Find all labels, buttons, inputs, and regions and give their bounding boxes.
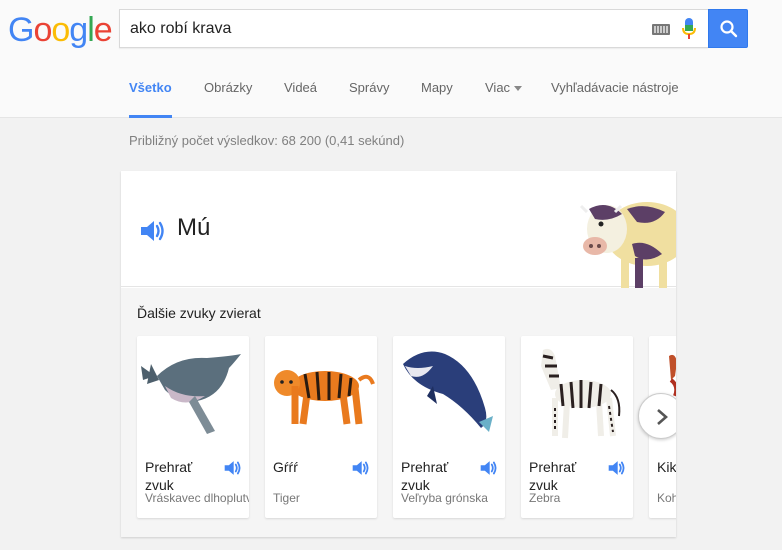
search-input[interactable]: ako robí krava [130, 20, 231, 38]
search-nav: Všetko Obrázky Videá Správy Mapy Viac Vy… [0, 60, 782, 118]
animal-card-bowhead[interactable]: Prehrať zvuk Veľryba grónska [393, 336, 505, 518]
search-box[interactable]: ako robí krava [119, 9, 708, 48]
play-sound-label: Prehrať zvuk [529, 459, 577, 493]
next-button[interactable] [638, 393, 676, 439]
animal-name: Kohút [657, 491, 676, 505]
zebra-image [541, 348, 621, 439]
active-tab-indicator [129, 115, 172, 118]
animal-name: Tiger [273, 491, 300, 505]
logo-letter: G [8, 11, 34, 49]
google-logo[interactable]: Google [8, 10, 113, 50]
logo-letter: g [69, 11, 88, 49]
play-sound-label: Prehrať zvuk [401, 459, 449, 493]
search-button[interactable] [708, 9, 748, 48]
tab-maps[interactable]: Mapy [421, 80, 453, 95]
animal-sound-label: Gŕŕŕ [273, 459, 298, 475]
tab-news[interactable]: Správy [349, 80, 389, 95]
speaker-icon[interactable] [223, 459, 243, 477]
logo-letter: e [93, 11, 113, 49]
tiger-image [274, 370, 375, 425]
speaker-icon[interactable] [607, 459, 627, 477]
tab-search-tools[interactable]: Vyhľadávacie nástroje [551, 80, 679, 95]
animal-card-humpback[interactable]: Prehrať zvuk Vráskavec dlhoplutvý [137, 336, 249, 518]
more-sounds-section: Ďalšie zvuky zvierat Prehrať zvuk Vráska… [121, 288, 676, 537]
tab-more[interactable]: Viac [485, 80, 523, 95]
logo-letter: o [51, 11, 70, 49]
animal-sound-card: Mú Ďalšie zvuky zvierat Prehrať zvuk Vrá… [121, 171, 676, 537]
animal-card-zebra[interactable]: Prehrať zvuk Zebra [521, 336, 633, 518]
speaker-icon[interactable] [351, 459, 371, 477]
search-icon [720, 20, 738, 38]
answer-text: Mú [177, 214, 211, 241]
play-sound-label: Prehrať zvuk [145, 459, 193, 493]
chevron-down-icon [514, 86, 523, 92]
speaker-icon[interactable] [139, 218, 167, 244]
animal-name: Zebra [529, 491, 561, 505]
animal-name: Vráskavec dlhoplutvý [145, 491, 249, 505]
cow-image [579, 202, 676, 288]
animal-card-tiger[interactable]: Gŕŕŕ Tiger [265, 336, 377, 518]
tab-videos[interactable]: Videá [284, 80, 317, 95]
tab-more-label: Viac [485, 80, 511, 95]
header: Google ako robí krava [0, 0, 782, 60]
speaker-icon[interactable] [479, 459, 499, 477]
microphone-icon[interactable] [682, 18, 696, 40]
tab-all[interactable]: Všetko [129, 80, 172, 95]
animal-name: Veľryba grónska [401, 491, 488, 505]
humpback-whale-image [141, 354, 241, 434]
bowhead-whale-image [403, 351, 493, 432]
result-stats: Približný počet výsledkov: 68 200 (0,41 … [129, 133, 405, 148]
keyboard-icon[interactable] [652, 24, 670, 35]
logo-letter: o [33, 11, 52, 49]
answer-section: Mú [121, 171, 676, 288]
animal-sound-label: Kikiri [657, 459, 676, 475]
chevron-right-icon [657, 409, 668, 425]
tab-images[interactable]: Obrázky [204, 80, 252, 95]
more-sounds-title: Ďalšie zvuky zvierat [137, 305, 261, 321]
